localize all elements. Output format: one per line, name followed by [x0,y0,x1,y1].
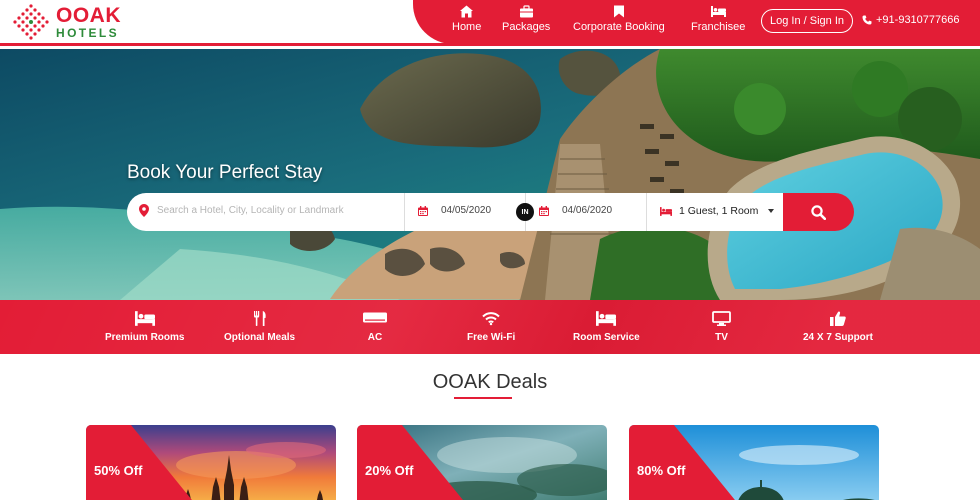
amenity-label: Premium Rooms [105,332,185,343]
checkin-field[interactable]: 04/05/2020 [418,205,491,216]
amenity-room-service: Room Service [573,311,640,343]
logo[interactable]: OOAK HOTELS [10,1,121,43]
brand-name: OOAK [56,4,121,27]
briefcase-icon [519,5,533,18]
cutlery-icon [253,311,266,326]
bookmark-icon [613,5,624,18]
calendar-icon [418,205,428,216]
in-badge: IN [516,203,534,221]
home-icon [460,5,474,18]
amenities-bar: Premium Rooms Optional Meals AC Free Wi-… [0,300,980,354]
deal-card[interactable]: 20% Off [357,425,607,500]
navbar: Home Packages Corporate Booking Franchis… [413,0,980,44]
amenity-label: Optional Meals [224,332,296,343]
phone-number: +91-9310777666 [876,14,960,26]
bed-icon [710,6,726,17]
bed-icon [134,311,155,326]
nav-franchisee[interactable]: Franchisee [691,5,745,33]
guests-dropdown[interactable]: 1 Guest, 1 Room [660,205,775,217]
search-box: 04/05/2020 IN 04/06/2020 1 Guest, 1 Room [127,193,783,231]
amenity-label: 24 X 7 Support [803,332,874,343]
deal-discount: 20% Off [365,463,414,478]
amenity-ac: AC [363,311,387,343]
amenity-label: Room Service [573,332,640,343]
nav-franchisee-label: Franchisee [691,21,746,33]
amenity-label: TV [715,332,728,343]
tv-icon [712,311,731,326]
ac-icon [363,312,387,323]
deal-discount: 80% Off [637,463,686,478]
deals-heading: OOAK Deals [432,371,548,393]
amenity-free-wifi: Free Wi-Fi [467,311,515,343]
nav-packages[interactable]: Packages [502,5,550,33]
divider [646,193,647,231]
phone-icon [862,15,872,25]
map-marker-icon [139,204,149,217]
thumbs-up-icon [830,311,846,326]
caret-down-icon [768,209,775,213]
nav-corporate-booking[interactable]: Corporate Booking [573,5,665,33]
wifi-icon [482,312,500,326]
checkout-date: 04/06/2020 [562,205,613,216]
search-input[interactable] [157,205,387,216]
bed-icon [596,311,617,326]
hero-banner: Book Your Perfect Stay 04/05/2020 IN 04/… [0,49,980,300]
guests-value: 1 Guest, 1 Room [679,205,759,217]
amenity-label: AC [367,332,383,343]
nav-home-label: Home [452,21,482,33]
hero-title: Book Your Perfect Stay [127,162,323,183]
phone-link[interactable]: +91-9310777666 [862,14,960,26]
nav-corporate-label: Corporate Booking [573,21,665,33]
login-button[interactable]: Log In / Sign In [761,9,853,33]
search-bar: 04/05/2020 IN 04/06/2020 1 Guest, 1 Room [127,193,854,231]
divider [404,193,405,231]
page: OOAK HOTELS Home Packages Corporate Book… [0,0,980,500]
amenity-optional-meals: Optional Meals [224,311,295,343]
nav-packages-label: Packages [502,21,551,33]
amenity-label: Free Wi-Fi [467,332,516,343]
calendar-icon [539,205,549,216]
deal-card[interactable]: 80% Off [629,425,879,500]
bed-icon [660,206,672,216]
deal-discount: 50% Off [94,463,143,478]
brand-sub: HOTELS [56,26,120,40]
deals-underline [454,397,512,399]
search-button[interactable] [783,193,854,231]
location-field[interactable] [139,204,387,217]
nav-home[interactable]: Home [452,5,481,33]
amenity-tv: TV [712,311,731,343]
header: OOAK HOTELS Home Packages Corporate Book… [0,0,980,46]
search-icon [811,204,826,220]
deal-card[interactable]: 50% Off [86,425,336,500]
checkout-field[interactable]: 04/06/2020 [539,205,612,216]
checkin-date: 04/05/2020 [441,205,492,216]
amenity-support: 24 X 7 Support [803,311,873,343]
amenity-premium-rooms: Premium Rooms [105,311,184,343]
logo-diamond-icon [13,4,49,40]
